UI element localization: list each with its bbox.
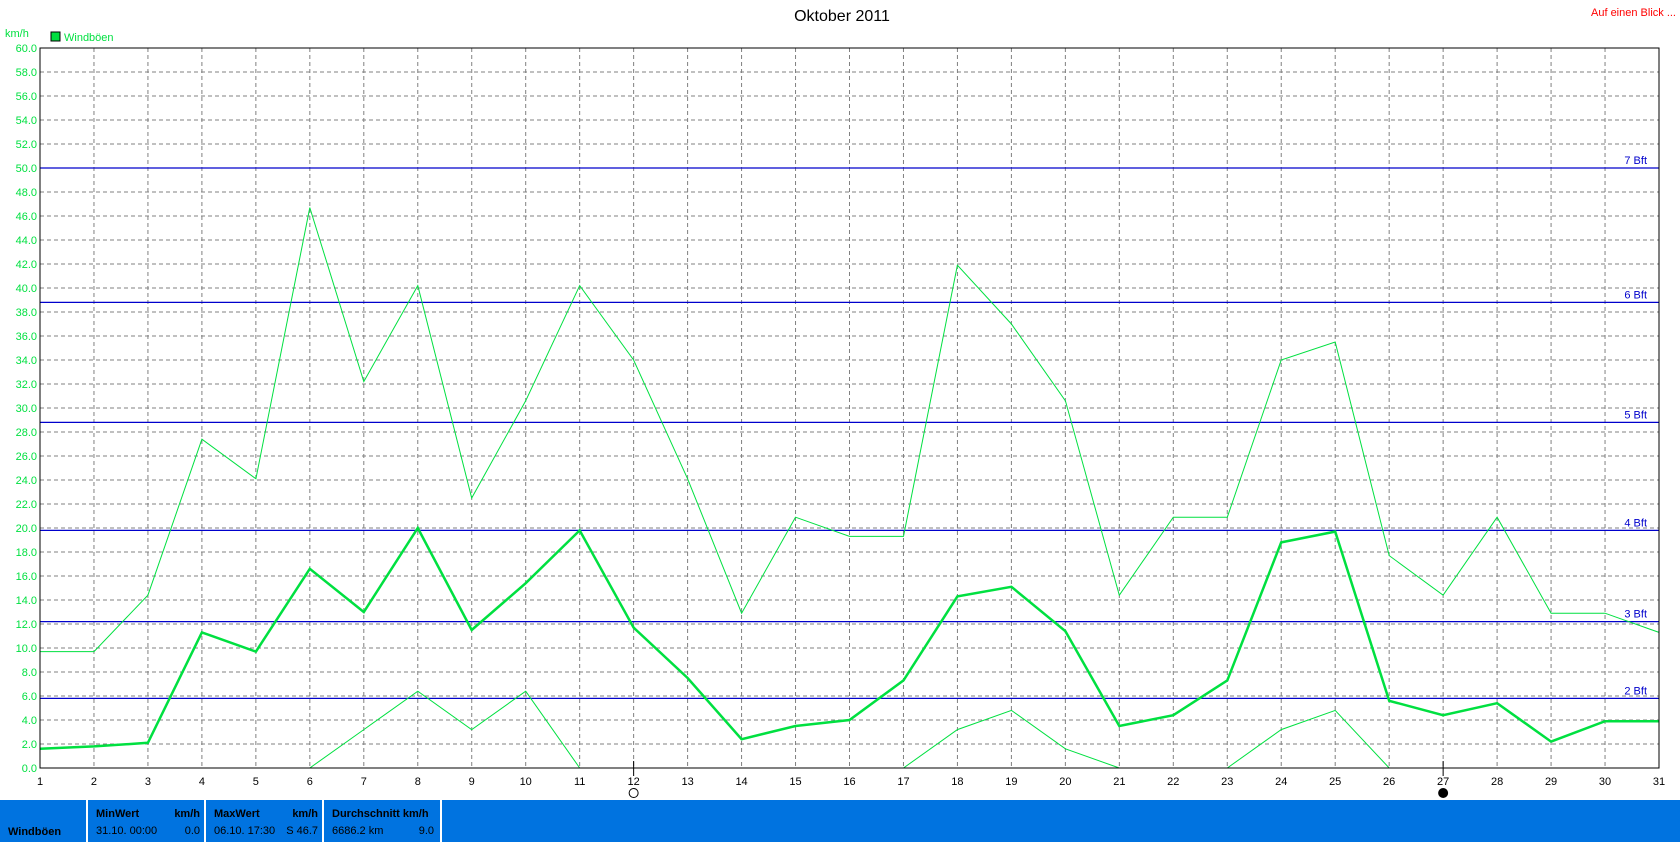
x-tick-label: 14 [735,776,747,788]
x-tick-label: 2 [91,776,97,788]
x-tick-label: 23 [1221,776,1233,788]
stats-min-head: MinWert [96,808,140,820]
legend-swatch [50,31,61,42]
y-tick-label: 16.0 [16,571,37,583]
legend-label: Windböen [64,32,114,44]
chart-title: Oktober 2011 [794,8,890,25]
y-tick-label: 48.0 [16,187,37,199]
y-tick-label: 0.0 [22,763,37,775]
stats-min-value: 0.0 [184,825,200,837]
new-moon-icon [1438,788,1449,798]
y-tick-label: 40.0 [16,283,37,295]
y-axis-unit: km/h [5,28,29,40]
x-tick-label: 20 [1059,776,1071,788]
beaufort-label: 5 Bft [1624,409,1647,421]
stats-max-unit: km/h [292,808,318,820]
y-tick-label: 30.0 [16,403,37,415]
x-tick-label: 1 [37,776,43,788]
y-tick-label: 56.0 [16,91,37,103]
stats-avg-distance: 6686.2 km [332,825,384,837]
stats-series-name: Windböen [8,826,62,838]
x-tick-label: 3 [145,776,151,788]
y-tick-label: 38.0 [16,307,37,319]
stats-max-box: MaxWert km/h 06.10. 17:30 S 46.7 [204,800,322,842]
y-tick-label: 10.0 [16,643,37,655]
stats-avg-box: Durchschnitt km/h 6686.2 km 9.0 [322,800,442,842]
x-tick-label: 21 [1113,776,1125,788]
x-tick-label: 31 [1653,776,1665,788]
y-tick-label: 52.0 [16,139,37,151]
x-tick-label: 17 [897,776,909,788]
x-tick-label: 11 [574,776,585,788]
beaufort-label: 2 Bft [1624,685,1647,697]
y-tick-label: 8.0 [22,667,37,679]
x-tick-label: 19 [1005,776,1017,788]
stats-avg-value: 9.0 [418,825,434,837]
beaufort-label: 3 Bft [1624,609,1647,621]
x-tick-label: 28 [1491,776,1503,788]
y-tick-label: 18.0 [16,547,37,559]
y-tick-label: 50.0 [16,163,37,175]
x-tick-label: 24 [1275,776,1287,788]
y-tick-label: 36.0 [16,331,37,343]
stats-min-box: MinWert km/h 31.10. 00:00 0.0 [86,800,206,842]
x-tick-label: 6 [307,776,313,788]
x-tick-label: 10 [520,776,532,788]
y-tick-label: 12.0 [16,619,37,631]
y-tick-label: 46.0 [16,211,37,223]
stats-min-date: 31.10. 00:00 [96,825,158,837]
x-tick-label: 22 [1167,776,1179,788]
y-tick-label: 20.0 [16,523,37,535]
y-tick-label: 44.0 [16,235,37,247]
wind-gust-chart: Oktober 2011 Auf einen Blick ... km/h Wi… [5,7,1676,798]
x-tick-label: 9 [469,776,475,788]
y-tick-label: 58.0 [16,67,37,79]
x-tick-label: 29 [1545,776,1557,788]
series-lines [39,207,1660,769]
grid [40,48,1659,768]
x-tick-label: 27 [1437,776,1449,788]
x-tick-label: 4 [199,776,205,788]
x-tick-label: 12 [628,776,640,788]
full-moon-icon [628,788,639,798]
x-tick-label: 7 [361,776,367,788]
stats-bar: Windböen MinWert km/h 31.10. 00:00 0.0 M… [0,800,1680,842]
x-tick-label: 18 [951,776,963,788]
y-tick-label: 32.0 [16,379,37,391]
x-tick-label: 15 [789,776,801,788]
y-tick-label: 42.0 [16,259,37,271]
stats-avg-head: Durchschnitt km/h [332,808,429,820]
y-tick-label: 2.0 [22,739,37,751]
y-tick-label: 28.0 [16,427,37,439]
axis-labels: 0.0 2.0 4.0 6.0 8.0 10.0 12.0 14.0 16.0 18.0 20.0 2… [16,43,1666,788]
stats-max-head: MaxWert [214,808,260,820]
stats-max-date: 06.10. 17:30 [214,825,276,837]
series-line-min [309,690,581,769]
x-tick-label: 5 [253,776,259,788]
series-line-min [1227,709,1390,769]
stats-max-value: S 46.7 [286,825,318,837]
y-tick-label: 34.0 [16,355,37,367]
x-tick-label: 16 [843,776,855,788]
x-tick-label: 8 [415,776,421,788]
beaufort-label: 6 Bft [1624,289,1647,301]
y-tick-label: 4.0 [22,715,37,727]
moon-markers [628,761,1449,798]
x-tick-label: 26 [1383,776,1395,788]
x-tick-label: 25 [1329,776,1341,788]
y-tick-label: 60.0 [16,43,37,55]
y-tick-label: 22.0 [16,499,37,511]
y-tick-label: 6.0 [22,691,37,703]
y-tick-label: 14.0 [16,595,37,607]
y-tick-label: 54.0 [16,115,37,127]
beaufort-label: 4 Bft [1624,517,1647,529]
y-tick-label: 26.0 [16,451,37,463]
x-tick-label: 13 [681,776,693,788]
x-tick-label: 30 [1599,776,1611,788]
series-line-min [903,709,1120,769]
stats-min-unit: km/h [174,808,200,820]
y-tick-label: 24.0 [16,475,37,487]
beaufort-label: 7 Bft [1624,155,1647,167]
overview-link[interactable]: Auf einen Blick ... [1591,7,1676,19]
